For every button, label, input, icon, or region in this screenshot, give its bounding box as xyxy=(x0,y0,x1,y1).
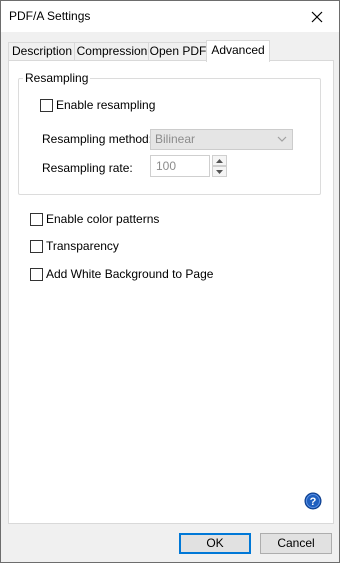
cancel-button[interactable]: Cancel xyxy=(260,533,332,554)
tab-compression[interactable]: Compression xyxy=(74,42,150,60)
checkbox-box[interactable] xyxy=(30,267,43,281)
ok-button[interactable]: OK xyxy=(179,533,251,554)
spin-up-button[interactable] xyxy=(212,155,227,166)
resampling-rate-spinner xyxy=(212,155,227,177)
tab-description[interactable]: Description xyxy=(8,42,76,60)
window-title: PDF/A Settings xyxy=(9,9,91,23)
checkbox-box[interactable] xyxy=(30,212,43,226)
enable-resampling-label: Enable resampling xyxy=(56,98,156,112)
resampling-rate-input[interactable]: 100 xyxy=(150,155,210,177)
transparency-checkbox[interactable]: Transparency xyxy=(30,239,119,253)
resampling-group-label: Resampling xyxy=(23,71,91,85)
title-bar: PDF/A Settings xyxy=(1,1,339,32)
enable-color-patterns-label: Enable color patterns xyxy=(46,212,160,226)
enable-resampling-checkbox[interactable]: Enable resampling xyxy=(40,98,155,112)
tab-open-pdf[interactable]: Open PDF xyxy=(148,42,208,60)
checkbox-box[interactable] xyxy=(40,98,53,112)
resampling-method-select[interactable]: Bilinear xyxy=(150,129,293,150)
advanced-panel: Resampling Enable resampling Resampling … xyxy=(8,60,334,524)
resampling-rate-label: Resampling rate: xyxy=(42,161,133,175)
transparency-label: Transparency xyxy=(46,239,119,253)
help-icon[interactable]: ? xyxy=(304,492,322,510)
dialog-window: PDF/A Settings Description Compression O… xyxy=(0,0,340,563)
tab-advanced[interactable]: Advanced xyxy=(206,40,270,62)
add-white-background-label: Add White Background to Page xyxy=(46,267,214,281)
spin-down-button[interactable] xyxy=(212,166,227,177)
arrow-up-icon xyxy=(216,158,223,163)
close-icon xyxy=(311,11,323,22)
checkbox-box[interactable] xyxy=(30,239,43,253)
chevron-down-icon xyxy=(277,136,287,142)
enable-color-patterns-checkbox[interactable]: Enable color patterns xyxy=(30,212,159,226)
resampling-method-label: Resampling method: xyxy=(42,132,153,146)
add-white-background-checkbox[interactable]: Add White Background to Page xyxy=(30,267,213,281)
resampling-method-value: Bilinear xyxy=(155,132,196,146)
svg-text:?: ? xyxy=(310,496,317,508)
close-button[interactable] xyxy=(295,1,339,32)
resampling-group: Resampling Enable resampling Resampling … xyxy=(18,71,321,195)
arrow-down-icon xyxy=(216,169,223,174)
